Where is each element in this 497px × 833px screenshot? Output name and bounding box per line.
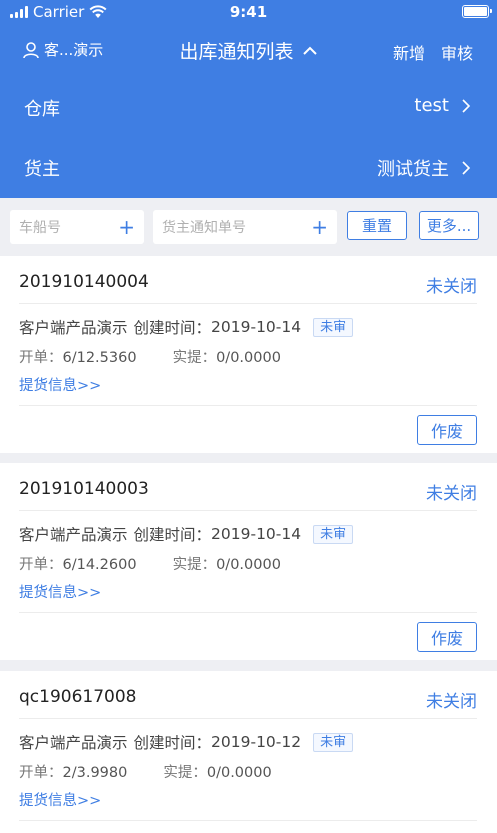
actual-label: 实提： [172,350,217,366]
audit-button[interactable]: 审核 [441,40,473,64]
vehicle-no-input[interactable]: 车船号 + [10,210,144,244]
audit-status-badge: 未审 [313,317,354,337]
card-info-line: 客户端产品演示 创建时间： 2019-10-12 未审 [19,731,354,753]
search-bar: 车船号 + 货主通知单号 + 重置 更多... [0,198,497,256]
owner-value-wrap: 测试货主 [377,155,471,181]
card-qty-line: 开单：2/3.9980 实提：0/0.0000 [19,761,272,782]
chevron-right-icon [462,98,471,113]
reset-button[interactable]: 重置 [347,211,407,240]
warehouse-row[interactable]: 仓库 test [0,78,497,138]
card-header: 201910140003 未关闭 [19,463,477,511]
battery-icon [462,5,492,18]
customer-name: 客户端产品演示 [19,319,128,337]
actual-value: 0/0.0000 [206,765,272,781]
chevron-right-icon [462,161,471,175]
actual-label: 实提： [172,557,217,573]
status-bar: Carrier 9:41 [0,0,497,24]
owner-label: 货主 [24,159,60,180]
customer-name: 客户端产品演示 [19,734,128,752]
audit-status-badge: 未审 [313,524,354,544]
chevron-up-icon [302,46,317,55]
notice-no-input[interactable]: 货主通知单号 + [153,210,337,244]
status-time: 9:41 [229,3,268,21]
created-label: 创建时间： [133,734,212,752]
card-header: qc190617008 未关闭 [19,671,477,719]
close-status: 未关闭 [426,692,477,712]
open-label: 开单： [19,350,63,366]
close-status: 未关闭 [426,277,477,297]
vehicle-no-placeholder: 车船号 [19,220,61,236]
open-label: 开单： [19,765,63,781]
open-value: 6/12.5360 [62,350,137,366]
plus-icon[interactable]: + [311,217,328,237]
warehouse-value: test [414,95,449,116]
actual-label: 实提： [163,765,207,781]
created-date: 2019-10-12 [211,733,302,751]
order-no: qc190617008 [19,687,137,707]
card-footer [19,820,477,833]
add-button[interactable]: 新增 [393,40,425,64]
card-footer: 作废 [19,405,477,453]
customer-name: 客户端产品演示 [19,526,128,544]
card-info-line: 客户端产品演示 创建时间： 2019-10-14 未审 [19,523,354,545]
created-label: 创建时间： [133,319,212,337]
plus-icon[interactable]: + [118,217,135,237]
page-title-text: 出库通知列表 [179,41,294,63]
audit-status-badge: 未审 [313,732,354,752]
actual-value: 0/0.0000 [216,350,281,366]
order-card[interactable]: 201910140004 未关闭 客户端产品演示 创建时间： 2019-10-1… [0,256,497,453]
created-label: 创建时间： [133,526,212,544]
open-value: 6/14.2600 [62,557,137,573]
void-button[interactable]: 作废 [417,415,477,445]
owner-value: 测试货主 [377,159,449,180]
more-button[interactable]: 更多... [419,211,479,240]
open-value: 2/3.9980 [62,765,128,781]
warehouse-value-wrap: test [414,95,471,116]
card-header: 201910140004 未关闭 [19,256,477,304]
card-footer: 作废 [19,612,477,660]
pickup-info-link[interactable]: 提货信息>> [19,789,101,810]
void-button[interactable]: 作废 [417,622,477,652]
card-qty-line: 开单：6/12.5360 实提：0/0.0000 [19,346,281,367]
nav-bar: 客...演示 出库通知列表 新增 审核 [0,24,497,78]
card-qty-line: 开单：6/14.2600 实提：0/0.0000 [19,553,281,574]
order-no: 201910140004 [19,272,149,292]
order-no: 201910140003 [19,479,149,499]
owner-row[interactable]: 货主 测试货主 [0,138,497,198]
pickup-info-link[interactable]: 提货信息>> [19,581,101,602]
notice-no-placeholder: 货主通知单号 [162,220,246,236]
open-label: 开单： [19,557,63,573]
pickup-info-link[interactable]: 提货信息>> [19,374,101,395]
warehouse-label: 仓库 [24,99,60,120]
card-info-line: 客户端产品演示 创建时间： 2019-10-14 未审 [19,316,354,338]
nav-actions: 新增 审核 [393,40,473,64]
created-date: 2019-10-14 [211,525,302,543]
order-card[interactable]: qc190617008 未关闭 客户端产品演示 创建时间： 2019-10-12… [0,671,497,833]
close-status: 未关闭 [426,484,477,504]
actual-value: 0/0.0000 [216,557,281,573]
order-card[interactable]: 201910140003 未关闭 客户端产品演示 创建时间： 2019-10-1… [0,463,497,660]
created-date: 2019-10-14 [211,318,302,336]
